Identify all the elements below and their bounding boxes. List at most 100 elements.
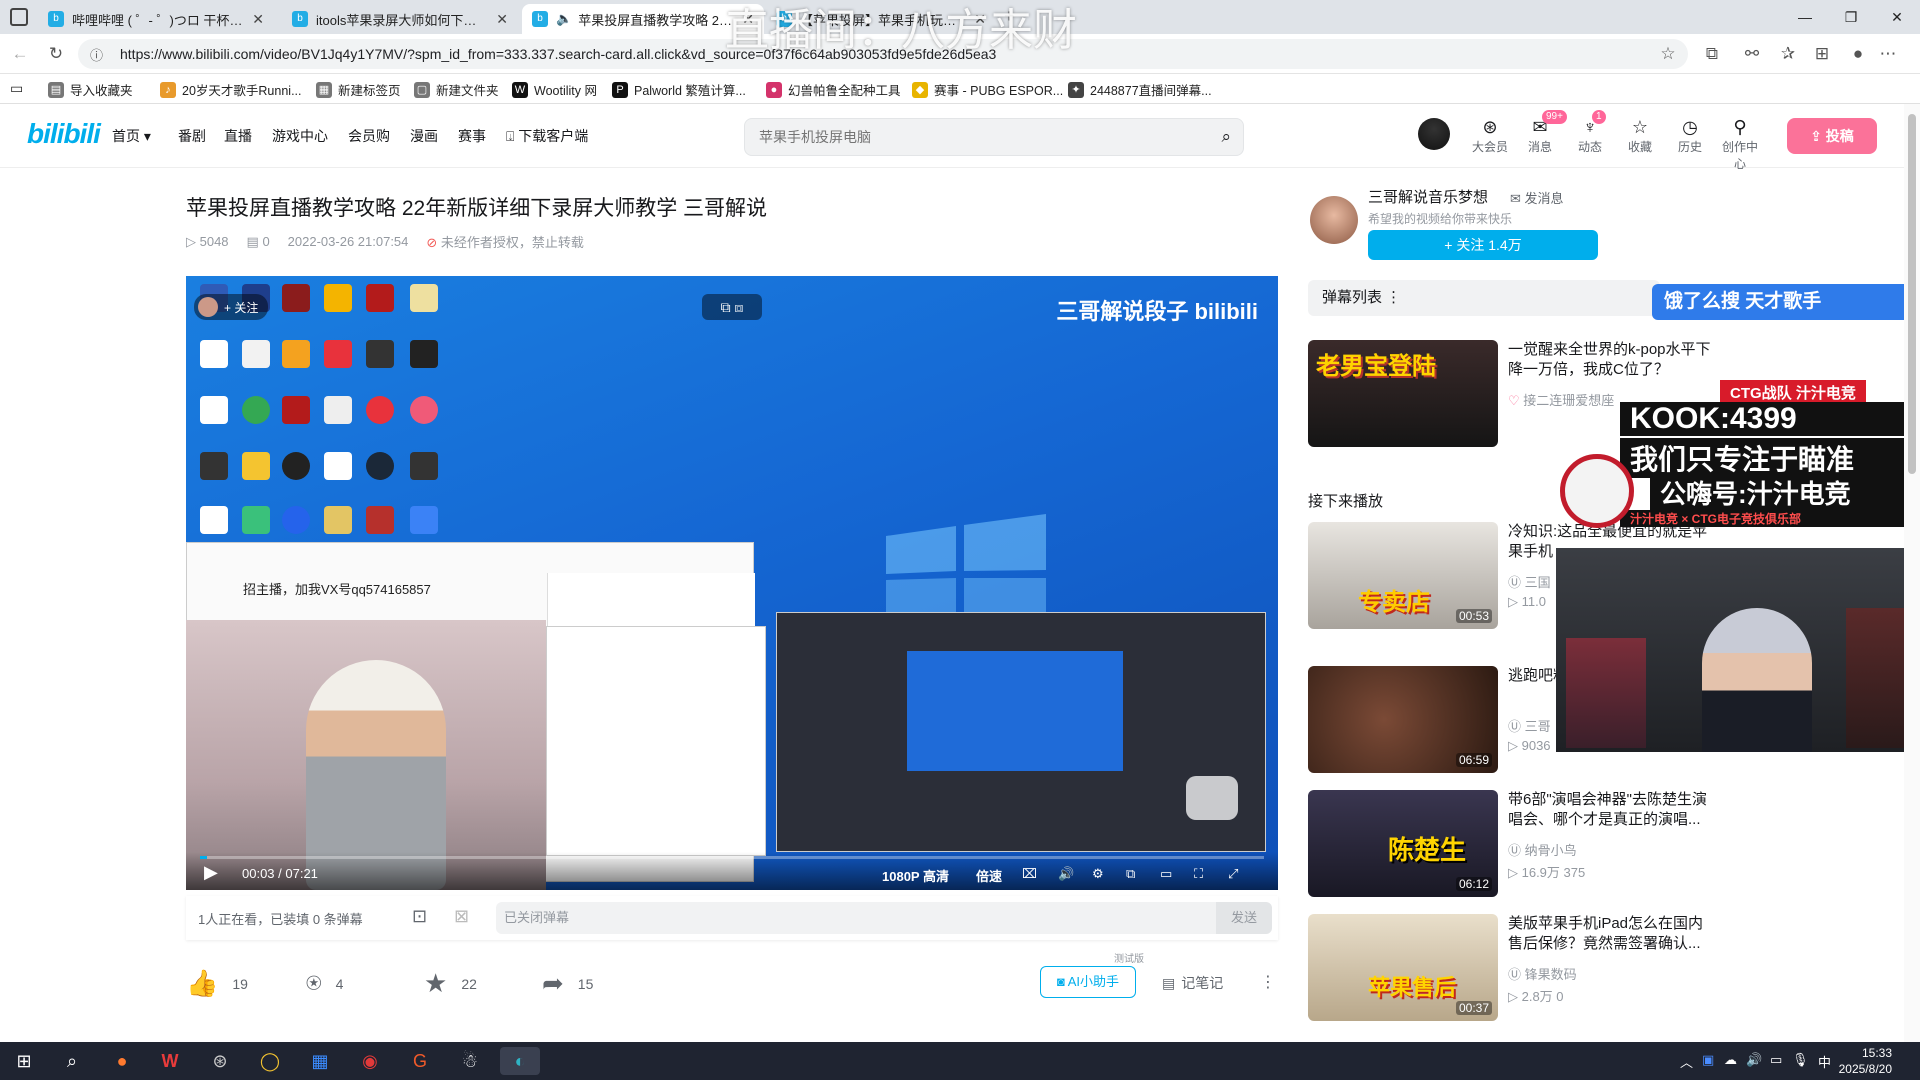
netease-music-icon[interactable]: ◉ (350, 1047, 390, 1075)
recommend-card[interactable]: 苹果售后 00:37 美版苹果手机iPad怎么在国内售后保修？竟然需签署确认..… (1308, 914, 1703, 1022)
tab-1[interactable]: b 哔哩哔哩 ( ゜- ゜)つロ 干杯~-bilibili ✕ (38, 4, 274, 34)
restore-icon[interactable]: ❐ (1828, 0, 1874, 34)
uploader-name[interactable]: 三哥解说音乐梦想 (1368, 186, 1488, 207)
tab-actions-icon[interactable] (10, 8, 28, 26)
danmaku-settings-icon[interactable]: ⊠ (454, 906, 469, 927)
header-favorites[interactable]: ☆ 收藏 (1620, 116, 1660, 155)
avatar[interactable] (1418, 118, 1450, 150)
bookmark-item[interactable]: P Palworld 繁殖计算... (612, 80, 746, 99)
sidebar-toggle-icon[interactable]: ▭ (10, 80, 23, 97)
steam-icon[interactable]: ⊛ (200, 1047, 240, 1075)
more-actions-icon[interactable]: ⋮ (1260, 972, 1276, 992)
bookmark-item[interactable]: ◆ 赛事 - PUBG ESPOR... (912, 80, 1063, 99)
card-thumbnail[interactable]: 老男宝登陆 (1308, 340, 1498, 447)
ime-indicator[interactable]: 中 (1818, 1052, 1831, 1071)
tray-volume-icon[interactable]: 🔊 (1746, 1052, 1762, 1068)
tray-clock[interactable]: 15:33 2025/8/20 (1839, 1045, 1892, 1077)
card-title[interactable]: 美版苹果手机iPad怎么在国内售后保修？竟然需签署确认... (1508, 914, 1718, 954)
tab-close-icon[interactable]: ✕ (488, 11, 508, 28)
edge-icon[interactable]: ◐ (500, 1047, 540, 1075)
card-thumbnail[interactable]: 苹果售后 00:37 (1308, 914, 1498, 1021)
favorite-button[interactable]: ★ 22 (424, 968, 477, 999)
tray-network-icon[interactable]: ▭ (1770, 1052, 1782, 1068)
close-window-icon[interactable]: ✕ (1874, 0, 1920, 34)
danmaku-input[interactable]: 已关闭弹幕 (496, 902, 1216, 934)
bookmark-item[interactable]: ✦ 2448877直播间弹幕... (1068, 80, 1212, 99)
nav-esports[interactable]: 赛事 (458, 126, 486, 146)
bookmark-item[interactable]: ▦ 新建标签页 (316, 80, 401, 99)
share-button[interactable]: ➦ 15 (542, 968, 593, 999)
favorites-icon[interactable]: ✰ (1776, 42, 1800, 66)
nav-games[interactable]: 游戏中心 (272, 126, 328, 146)
split-icon[interactable]: ⚯ (1740, 42, 1764, 66)
follow-button[interactable]: + 关注 1.4万 (1368, 230, 1598, 260)
firefox-icon[interactable]: ● (102, 1047, 142, 1075)
header-messages[interactable]: ✉ 99+ 消息 (1520, 110, 1567, 155)
notes-button[interactable]: ▤ 记笔记 (1162, 973, 1223, 993)
back-icon[interactable]: ← (8, 42, 32, 66)
uploader-avatar[interactable] (1310, 196, 1358, 244)
wps-icon[interactable]: W (150, 1047, 190, 1075)
app-g-icon[interactable]: G (400, 1047, 440, 1075)
search-box[interactable]: ⌕ (744, 118, 1244, 156)
more-icon[interactable]: ⋯ (1876, 42, 1900, 66)
bookmark-item[interactable]: W Wootility 网 (512, 80, 597, 99)
nav-download[interactable]: ⍗ 下载客户端 (506, 126, 588, 146)
speed-button[interactable]: 倍速 (976, 866, 1002, 885)
qq-icon[interactable]: ☃ (450, 1047, 490, 1075)
nav-manga[interactable]: 漫画 (410, 126, 438, 146)
recommend-card[interactable]: 陈楚生 06:12 带6部"演唱会神器"去陈楚生演唱会、哪个才是真正的演唱...… (1308, 790, 1707, 898)
tray-cloud-icon[interactable]: ☁ (1724, 1052, 1737, 1068)
player-follow-tag[interactable]: + 关注 (194, 294, 269, 320)
start-icon[interactable]: ⊞ (4, 1047, 44, 1075)
volume-icon[interactable]: 🔊 (1058, 866, 1074, 882)
pip-icon[interactable]: ⧉ ⧈ (702, 294, 762, 320)
danmaku-list-toggle[interactable]: 弹幕列表 ⋮ (1308, 280, 1660, 316)
header-vip[interactable]: ⊛ 大会员 (1470, 116, 1510, 155)
tray-chevron-icon[interactable]: ︿ (1680, 1052, 1693, 1071)
bilibili-logo[interactable]: bilibili (27, 118, 101, 150)
page-scrollbar[interactable] (1904, 104, 1920, 1042)
nav-home[interactable]: 首页 ▾ (112, 126, 151, 146)
danmaku-send-button[interactable]: 发送 (1216, 902, 1272, 934)
bookmark-item[interactable]: ▢ 新建文件夹 (414, 80, 499, 99)
danmaku-toggle-icon[interactable]: ⊡ (412, 906, 427, 927)
app-yellow-icon[interactable]: ◯ (250, 1047, 290, 1075)
app-blue-icon[interactable]: ▦ (300, 1047, 340, 1075)
nav-shop[interactable]: 会员购 (348, 126, 390, 146)
card-title[interactable]: 带6部"演唱会神器"去陈楚生演唱会、哪个才是真正的演唱... (1508, 790, 1718, 830)
site-info-icon[interactable]: ⓘ (90, 45, 108, 64)
minimize-icon[interactable]: — (1782, 0, 1828, 34)
extensions-icon[interactable]: ⧉ (1700, 42, 1724, 66)
tab-close-icon[interactable]: ✕ (244, 11, 264, 28)
tray-app-icon[interactable]: ▣ (1702, 1052, 1714, 1068)
bookmark-item[interactable]: ▤ 导入收藏夹 (48, 80, 133, 99)
speaker-icon[interactable]: 🔈 (556, 11, 572, 27)
quality-button[interactable]: 1080P 高清 (882, 866, 949, 885)
profile-icon[interactable]: ● (1846, 42, 1870, 66)
bookmark-item[interactable]: ● 幻兽帕鲁全配种工具 (766, 80, 901, 99)
settings-icon[interactable]: ⚙ (1092, 866, 1104, 882)
widescreen-icon[interactable]: ▭ (1160, 866, 1172, 882)
send-message-link[interactable]: ✉ 发消息 (1510, 188, 1564, 207)
search-icon[interactable]: ⌕ (1221, 127, 1231, 147)
ai-assistant-button[interactable]: ◙ AI小助手 (1040, 966, 1136, 998)
scrollbar-thumb[interactable] (1908, 114, 1916, 474)
web-fullscreen-icon[interactable]: ⛶ (1194, 866, 1203, 882)
pip-mode-icon[interactable]: ⧉ (1126, 866, 1135, 882)
play-icon[interactable]: ▶ (204, 862, 218, 883)
video-player[interactable]: + 关注 ⧉ ⧈ 三哥解说段子 bilibili 招主播，加我VX号qq5741… (186, 276, 1278, 890)
coin-button[interactable]: ⍟ 4 (306, 968, 343, 1000)
fullscreen-icon[interactable]: ⤢ (1228, 866, 1238, 882)
like-button[interactable]: 👍 19 (186, 968, 248, 999)
nav-anime[interactable]: 番剧 (178, 126, 206, 146)
card-thumbnail[interactable]: 专卖店 00:53 (1308, 522, 1498, 629)
search-taskbar-icon[interactable]: ⌕ (52, 1047, 92, 1075)
progress-bar[interactable] (200, 856, 1264, 859)
subtitle-icon[interactable]: ⌧ (1022, 866, 1037, 882)
tray-mic-icon[interactable]: 🎙 (1792, 1052, 1809, 1068)
card-thumbnail[interactable]: 陈楚生 06:12 (1308, 790, 1498, 897)
tab-2[interactable]: b itools苹果录屏大师如何下载-哔哩哔哩 ✕ (282, 4, 518, 34)
reload-icon[interactable]: ↻ (44, 42, 68, 66)
header-dynamics[interactable]: ♆ 1 动态 (1570, 110, 1610, 155)
